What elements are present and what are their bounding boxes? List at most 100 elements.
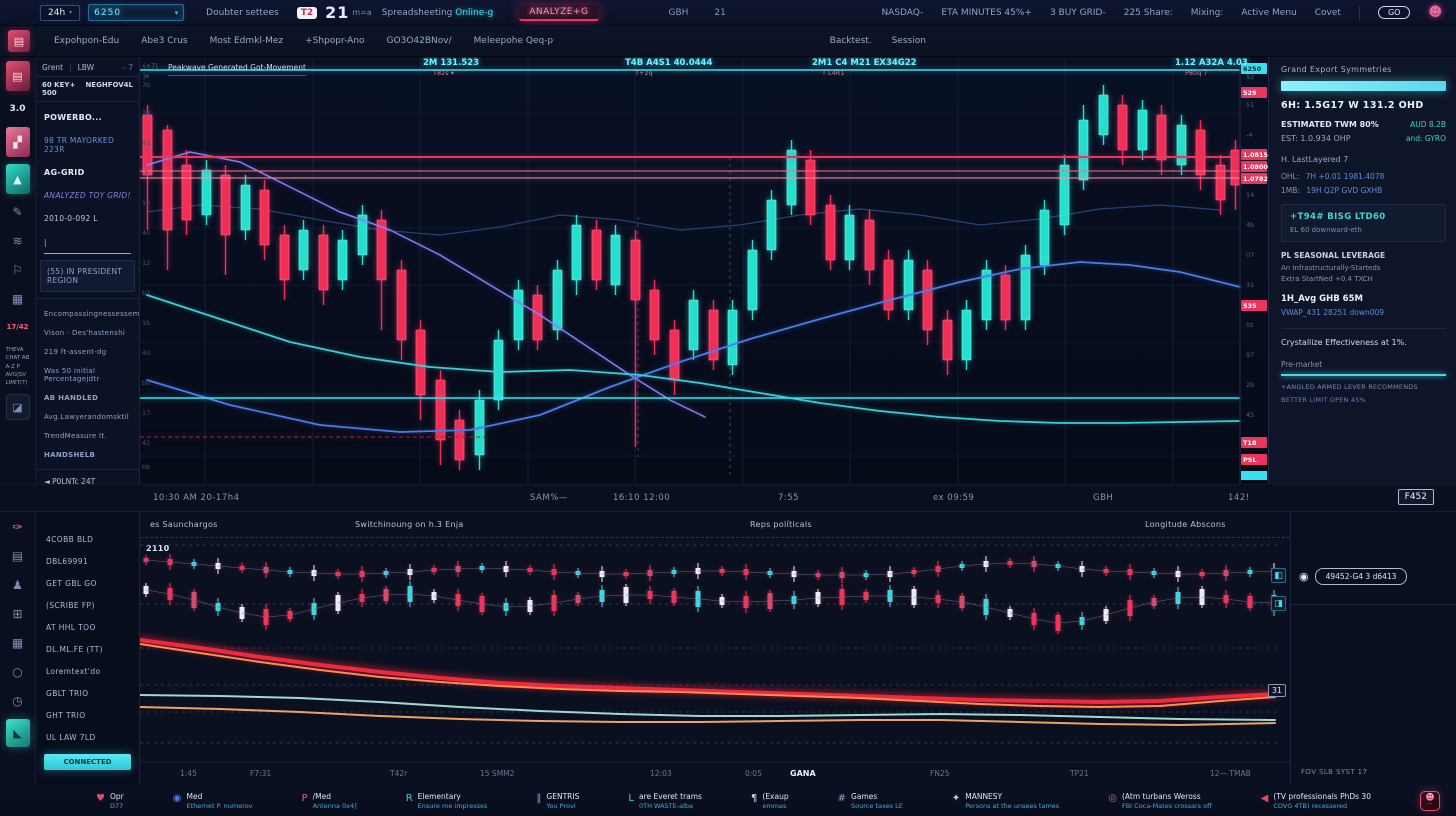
indicator-header-label[interactable]: Reps políticals (750, 520, 812, 529)
taskbar-item[interactable]: ‖ GENTRIS You Provi (536, 792, 628, 810)
menu-item[interactable]: Meleepohe Qeq-p (474, 36, 554, 46)
rail-icon[interactable]: ▤ (6, 545, 30, 567)
rail-icon[interactable]: 3.0 (6, 98, 30, 120)
watchlist-item[interactable]: | (44, 232, 131, 254)
go-toggle[interactable]: GO (1378, 6, 1411, 19)
rail-icon[interactable]: ▞ (6, 127, 30, 157)
indicator-header-label[interactable]: es Saunchargos (150, 520, 218, 529)
topbar-menu-item[interactable]: NASDAQ- (881, 8, 923, 18)
topbar-menu-item[interactable]: Active Menu (1241, 8, 1296, 18)
taskbar-item[interactable]: ◎ (Atm turbans Weross FBI Coca-Mates cro… (1108, 792, 1260, 810)
rail-icon[interactable]: ◪ (6, 394, 30, 420)
row-link[interactable]: 7H +0.01 1981.4078 (1306, 172, 1385, 181)
menu-item[interactable]: Expohpon-Edu (54, 36, 119, 46)
indicator-panels-canvas[interactable]: es Saunchargos Switchinoung on h.3 Enja Re… (140, 512, 1290, 784)
trade-status-box[interactable]: +T94# BISG LTD60 EL 60 downward-eth (1281, 204, 1446, 242)
watchlist-item[interactable]: POWERBO... (36, 106, 139, 129)
taskbar-item[interactable]: L are Everet trams 0TH WASTE-alba (628, 792, 751, 810)
watchlist-item[interactable]: Was 50 initial Percentagejdtr (36, 361, 139, 388)
taskbar-item[interactable]: P /Med Antenna 0x4] (302, 792, 406, 810)
rail-icon[interactable]: ✎ (6, 201, 30, 223)
menu-item[interactable]: Most Edmkl-Mez (210, 36, 284, 46)
list-item[interactable]: 4COBB BLD (36, 528, 139, 550)
topbar-center-item[interactable]: 21 (714, 8, 725, 18)
watchlist-item[interactable]: ANALYZED TOY GRID! (36, 184, 139, 207)
watchlist-item[interactable]: TrendMeasure It. (36, 426, 139, 445)
rail-icon[interactable]: ▦ (6, 632, 30, 654)
timeframe-badge[interactable]: T2 (297, 7, 317, 19)
taskbar-item[interactable]: R Elementary Ensure me impresses (406, 792, 537, 810)
connect-button[interactable]: CONNECTED (44, 754, 131, 770)
rail-icon[interactable]: ▤ (6, 61, 30, 91)
rail-icon[interactable]: ▦ (6, 288, 30, 310)
tab-chart[interactable]: Grent (42, 63, 63, 72)
rail-icon[interactable]: ≋ (6, 230, 30, 252)
watchlist-item[interactable]: HANDSHELB (36, 445, 139, 464)
topbar-menu-item[interactable]: 225 Share: (1124, 8, 1173, 18)
menu-item[interactable]: +Shpopr-Ano (305, 36, 364, 46)
topbar-center-item[interactable]: GBH (669, 8, 689, 18)
watchlist-item[interactable]: AG-GRID (36, 161, 139, 184)
watchlist-item[interactable]: Avg.Lawyerandomsktil (36, 407, 139, 426)
menu-item[interactable]: Backtest. (830, 36, 872, 46)
avatar-icon[interactable]: ☻ (1428, 5, 1442, 20)
taskbar-item[interactable]: ¶ (Exaup emmas (751, 792, 838, 810)
rail-icon[interactable]: ♟ (6, 574, 30, 596)
rail-icon[interactable]: ⊞ (6, 603, 30, 625)
menu-item[interactable]: Session (892, 36, 926, 46)
taskbar-item[interactable]: ♥ Opr D77 (96, 792, 173, 810)
taskbar-item[interactable]: # Games Source taxes LE (838, 792, 952, 810)
pane-tool-button[interactable]: ◧ (1271, 568, 1286, 583)
assistant-button[interactable]: ☻ ··· (1420, 791, 1440, 811)
list-item[interactable]: DBL69991 (36, 550, 139, 572)
list-item[interactable]: Loremtext'do (36, 660, 139, 682)
list-item[interactable]: GBLT TRIO (36, 682, 139, 704)
symbol-search-input[interactable]: 6250 ▾ (88, 4, 184, 21)
tab-view[interactable]: LBW (78, 63, 94, 72)
list-item[interactable]: DL.ML.FE (TT) (36, 638, 139, 660)
clock-badge[interactable]: F452 (1398, 489, 1434, 505)
chart-legend[interactable]: Peakwave Generated Got-Movement (168, 63, 306, 76)
watchlist-item[interactable]: 219 ft-assent-dg (36, 342, 139, 361)
indicator-header-label[interactable]: Longitude Abscons (1145, 520, 1226, 529)
topbar-menu-item[interactable]: 3 BUY GRID- (1050, 8, 1106, 18)
row-link[interactable]: 19H Q2P GVD GXHB (1306, 186, 1382, 195)
watchlist-item[interactable]: Vison · Des'hastenshi (36, 323, 139, 342)
list-item[interactable]: GET GBL GO (36, 572, 139, 594)
menu-item[interactable]: Abe3 Crus (141, 36, 187, 46)
list-item[interactable]: GHT TRIO (36, 704, 139, 726)
topbar-menu-item[interactable]: Covet (1315, 8, 1341, 18)
pane-tool-button[interactable]: ◨ (1271, 596, 1286, 611)
rail-icon[interactable]: ✑ (6, 516, 30, 538)
rail-icon[interactable]: ▲ (6, 164, 30, 194)
watchlist-item[interactable]: 2010-0-092 L (36, 207, 139, 230)
watchlist-item[interactable]: AB HANDLED (36, 388, 139, 407)
rail-icon[interactable]: ◣ (6, 719, 30, 747)
main-chart-canvas[interactable]: (+7] |e Peakwave Generated Got-Movement … (140, 57, 1268, 484)
taskbar-item[interactable]: ◉ Med Ethernet P. numerov (173, 792, 302, 810)
topics-pill-button[interactable]: 49452-G4 3 d6413 (1315, 568, 1408, 585)
rail-icon[interactable]: THEVA CHAT AB A-Z P AVG|SV LIMIT(T) (6, 346, 30, 387)
list-item[interactable]: (SCRIBE FP) (36, 594, 139, 616)
indicator-header-label[interactable]: Switchinoung on h.3 Enja (355, 520, 464, 529)
topbar-menu-item[interactable]: Mixing: (1191, 8, 1224, 18)
list-item[interactable]: AT HHL TOO (36, 616, 139, 638)
rail-icon[interactable]: ⚐ (6, 259, 30, 281)
watchlist-item[interactable]: Encompassingnessessement (36, 304, 139, 323)
rail-icon[interactable]: 17/42 (6, 317, 30, 339)
watchlist-item[interactable]: 98 TR MAYORKED 223R (36, 129, 139, 161)
vwap-link[interactable]: VWAP_431 28251 down009 (1281, 308, 1446, 317)
rail-icon[interactable]: ◷ (6, 690, 30, 712)
period-selector[interactable]: 24h ▾ (40, 5, 80, 21)
menu-item[interactable]: GO3O42BNov/ (387, 36, 452, 46)
rail-icon[interactable]: ○ (6, 661, 30, 683)
taskbar-item[interactable]: ◀ (TV professionals PhDs 30 COVG 4TB) re… (1261, 792, 1420, 810)
analyze-button[interactable]: ANALYZE+G (519, 5, 598, 21)
taskbar-item[interactable]: ✦ MANNESY Persons at the unsees tames (952, 792, 1108, 810)
time-axis[interactable]: 10:30 AM 20-17h4SAM%—16:10 12:007:55ex 0… (0, 485, 1456, 512)
status-link[interactable]: Online-g (455, 8, 493, 18)
watchlist-item[interactable]: (55) IN PRESIDENT REGION (40, 260, 135, 292)
list-item[interactable]: UL LAW 7LD (36, 726, 139, 748)
topbar-menu-item[interactable]: ETA MINUTES 45%+ (941, 8, 1032, 18)
app-logo-icon[interactable]: ▤ (8, 30, 30, 52)
